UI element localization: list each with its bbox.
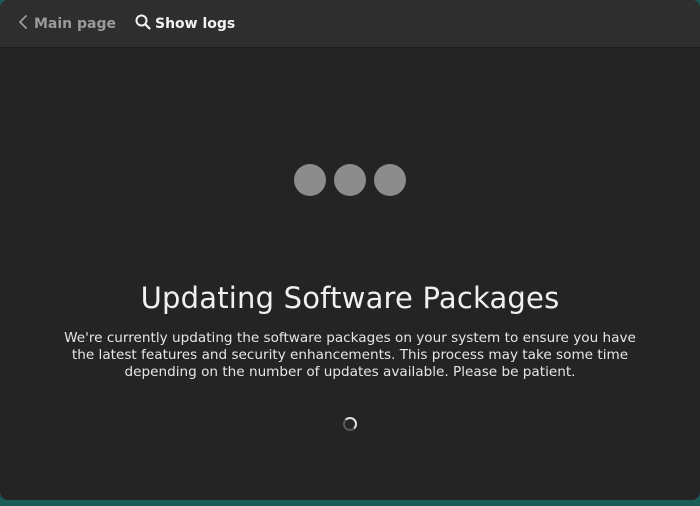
loading-dot <box>374 164 406 196</box>
chevron-left-icon <box>18 14 28 34</box>
loading-dot <box>294 164 326 196</box>
main-page-button[interactable]: Main page <box>18 12 116 36</box>
loading-dots-icon <box>0 164 700 196</box>
search-icon <box>134 13 152 35</box>
show-logs-button[interactable]: Show logs <box>134 12 235 36</box>
header-bar: Main page Show logs <box>0 0 700 48</box>
page-title: Updating Software Packages <box>140 281 560 315</box>
page-description: We're currently updating the software pa… <box>64 330 636 380</box>
update-window: Main page Show logs Updating Software Pa… <box>0 0 700 500</box>
spinner-icon <box>343 417 357 431</box>
loading-dot <box>334 164 366 196</box>
main-page-label: Main page <box>34 16 117 32</box>
show-logs-label: Show logs <box>155 16 236 32</box>
